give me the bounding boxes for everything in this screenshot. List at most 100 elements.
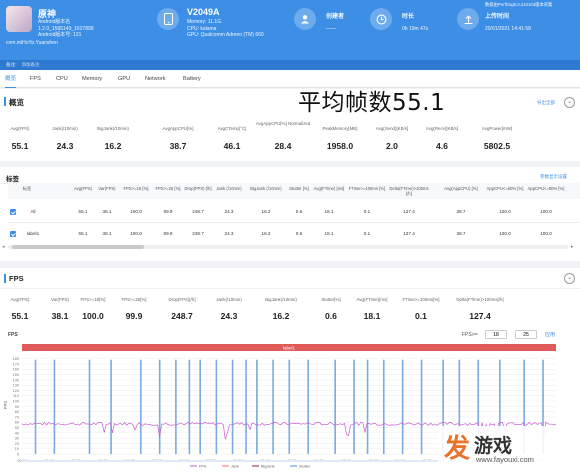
apply-button[interactable]: 应用: [545, 331, 555, 338]
legend-label[interactable]: Stutter: [299, 465, 311, 469]
y-tick-label: 150: [13, 373, 19, 377]
row-label: label1: [26, 231, 40, 236]
y-tick-label: 90: [15, 405, 19, 409]
column-header[interactable]: 标签: [7, 186, 47, 191]
stutter-spike: [420, 359, 423, 454]
stutter-spike: [231, 359, 234, 454]
y-tick-label: 50: [15, 426, 19, 430]
collapse-fps-button[interactable]: ⌄: [564, 273, 575, 284]
upload-info: 数据由PerfDog5.0.210104版本采集 上传时间 20/01/2021…: [455, 0, 580, 60]
fps-chart-title: FPS: [8, 332, 18, 338]
scroll-left-icon[interactable]: ◂: [2, 244, 5, 250]
add-remark-link[interactable]: 添加备注: [22, 62, 40, 67]
column-header[interactable]: AppCPU<=80% [%]: [526, 186, 566, 191]
stutter-spike: [110, 359, 112, 454]
stutter-spike: [34, 359, 37, 454]
table-cell: 127.4: [403, 231, 415, 236]
column-header[interactable]: Avg(FTime) [ms]: [309, 186, 349, 191]
column-header[interactable]: AppCPU<=60% [%]: [485, 186, 525, 191]
stutter-spike: [139, 359, 142, 454]
tab-overview[interactable]: 概览: [5, 70, 17, 88]
column-header[interactable]: Jank (/10min): [209, 186, 249, 191]
metric-label: BigJank(/10min): [97, 126, 129, 131]
table-cell: 38.7: [456, 231, 466, 236]
phone-icon: [157, 8, 179, 30]
upload-label: 上传时间: [485, 14, 510, 20]
stutter-spike: [245, 359, 247, 454]
stutter-spike: [175, 359, 177, 454]
stutter-spike: [88, 359, 91, 454]
row-checkbox[interactable]: [10, 209, 16, 215]
legend-label[interactable]: FPS: [199, 465, 207, 469]
column-header[interactable]: FTime>=100ms [%]: [347, 186, 387, 191]
display-settings-link[interactable]: 参数显示设置: [540, 174, 567, 180]
upload-time: 20/01/2021 14:41:58: [485, 26, 531, 32]
table-cell: 100.0: [499, 231, 511, 236]
app-avatar: [6, 6, 32, 32]
stutter-spike: [288, 359, 291, 454]
legend-label[interactable]: Jank: [231, 465, 239, 469]
table-scrollbar[interactable]: [8, 245, 568, 249]
device-info: V2049A Memory: 11.1G CPU: kalama GPU: Qu…: [155, 0, 285, 60]
label-band-text: label1: [283, 345, 296, 350]
y-tick-label: 170: [13, 362, 19, 366]
tab-fps[interactable]: FPS: [30, 70, 41, 88]
remark-label: 备注:: [6, 62, 17, 67]
duration-label: 时长: [402, 14, 415, 20]
table-cell: 18.1: [324, 231, 334, 236]
duration-info: 时长 0h 19m 47s: [368, 0, 448, 60]
tab-battery[interactable]: Battery: [183, 70, 201, 88]
fps-threshold-label: FPS>=: [462, 332, 478, 338]
user-icon: [294, 8, 316, 30]
y-tick-label: 180: [13, 357, 19, 361]
column-header[interactable]: Avg(AppCPU) [%]: [441, 186, 481, 191]
labels-title: 标签: [6, 176, 19, 183]
fps-threshold-1-input[interactable]: [485, 330, 507, 339]
app-details: Android版本名 1.2.0_1565149_1627898 Android…: [38, 19, 94, 39]
y-tick-label: 20: [15, 442, 19, 446]
metric-value: 28.4: [274, 141, 292, 151]
creator-label: 创建者: [326, 14, 345, 20]
metric-label: Avg(Recv)[KB/s]: [425, 126, 459, 131]
collapse-overview-button[interactable]: ⌄: [564, 97, 575, 108]
y-tick-label: 130: [13, 384, 19, 388]
tab-cpu[interactable]: CPU: [56, 70, 68, 88]
tab-network[interactable]: Network: [145, 70, 166, 88]
fps-metric-value: 127.4: [469, 311, 491, 321]
scrollbar-thumb[interactable]: [12, 245, 144, 249]
y-axis-label: FPS: [3, 401, 8, 409]
y-tick-label: 120: [13, 389, 19, 393]
fps-card: FPS ⌄ Avg(FPS) 55.1 Var(FPS) 38.1 FPS>=18[%]…: [0, 268, 580, 476]
creator-value: ——: [326, 26, 336, 32]
duration-value: 0h 19m 47s: [402, 26, 429, 32]
row-checkbox[interactable]: [10, 231, 16, 237]
metric-value: 38.7: [169, 141, 187, 151]
watermark-site: www.fayouxi.com: [476, 455, 534, 464]
column-header[interactable]: Delta(FTime)>100ms [/h]: [389, 186, 429, 196]
tab-memory[interactable]: Memory: [82, 70, 102, 88]
metric-label: AvgCTemp[°C]: [217, 126, 247, 131]
labels-card: 标签 参数显示设置 标签 Avg(FPS) Var(FPS) FPS>=18 [%] F…: [0, 167, 580, 261]
scroll-right-icon[interactable]: ▸: [571, 244, 574, 250]
y-tick-label: 160: [13, 368, 19, 372]
stutter-spike: [382, 359, 385, 454]
app-info: 原神 Android版本名 1.2.0_1565149_1627898 Andr…: [0, 0, 140, 60]
y-tick-label: 60: [15, 421, 19, 425]
clock-icon: [370, 8, 392, 30]
watermark-logo-mark: 发: [444, 434, 471, 464]
stutter-spike: [158, 359, 161, 454]
table-cell: 127.4: [403, 209, 415, 214]
fps-threshold-2-input[interactable]: [515, 330, 537, 339]
creator-info: 创建者 ——: [292, 0, 362, 60]
fps-metric-label: Jank(/10min): [216, 297, 242, 302]
avg-fps-headline: 平均帧数55.1: [298, 90, 446, 116]
metric-value: 16.2: [104, 141, 122, 151]
y-tick-label: 40: [15, 431, 19, 435]
app-package: com.miHoYo.Yuanshen: [6, 40, 58, 46]
table-cell: 24.3: [224, 231, 234, 236]
y-tick-label: 140: [13, 378, 19, 382]
fps-section-title: FPS: [9, 274, 24, 283]
tab-gpu[interactable]: GPU: [118, 70, 130, 88]
export-all-link[interactable]: 导出全部: [537, 100, 555, 106]
legend-label[interactable]: BigJank: [261, 465, 275, 469]
